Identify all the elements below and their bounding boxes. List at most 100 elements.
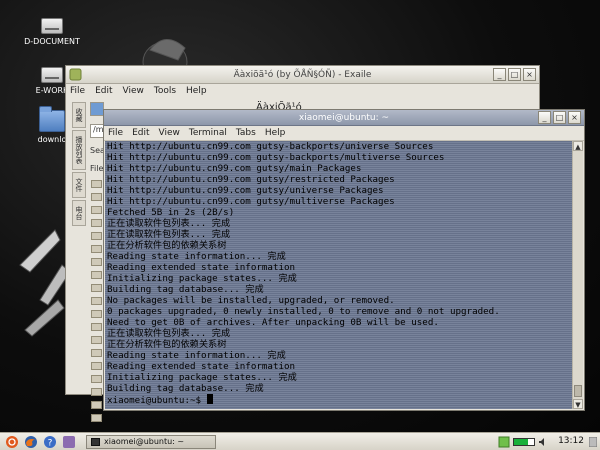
folder-icon[interactable] — [91, 284, 102, 292]
terminal-line: Reading state information... 完成 — [107, 350, 286, 361]
menu-terminal[interactable]: Terminal — [189, 128, 227, 138]
shell-prompt: xiaomei@ubuntu:~$ — [107, 395, 207, 406]
speaker-icon[interactable] — [538, 437, 548, 447]
close-button[interactable]: × — [568, 111, 581, 124]
folder-icon[interactable] — [91, 258, 102, 266]
menu-help[interactable]: Help — [265, 128, 286, 138]
terminal-line: No packages will be installed, upgraded,… — [107, 295, 395, 306]
network-icon[interactable] — [498, 436, 510, 448]
folder-icon — [39, 106, 65, 132]
terminal-line: Hit http://ubuntu.cn99.com gutsy-backpor… — [107, 152, 445, 163]
scroll-up-arrow-icon[interactable]: ▲ — [573, 141, 583, 151]
terminal-menubar: File Edit View Terminal Tabs Help — [104, 126, 584, 141]
maximize-button[interactable]: □ — [553, 111, 566, 124]
menu-edit[interactable]: Edit — [132, 128, 149, 138]
terminal-line: 正在读取软件包列表... 完成 — [107, 328, 231, 339]
drive-icon — [41, 18, 63, 34]
menu-help[interactable]: Help — [186, 86, 207, 96]
terminal-line: Initializing package states... 完成 — [107, 372, 297, 383]
terminal-prompt-line[interactable]: xiaomei@ubuntu:~$ — [107, 394, 575, 406]
menu-view[interactable]: View — [159, 128, 180, 138]
scroll-down-arrow-icon[interactable]: ▼ — [573, 399, 583, 409]
terminal-line: 0 packages upgraded, 0 newly installed, … — [107, 306, 500, 317]
close-button[interactable]: × — [523, 68, 536, 81]
folder-icon[interactable] — [91, 388, 102, 396]
folder-icon[interactable] — [91, 310, 102, 318]
menu-tools[interactable]: Tools — [154, 86, 176, 96]
terminal-text: Hit http://ubuntu.cn99.com gutsy-backpor… — [107, 141, 575, 406]
tab-collection[interactable]: 收藏 — [72, 102, 86, 128]
terminal-icon — [91, 437, 100, 446]
menu-tabs[interactable]: Tabs — [236, 128, 256, 138]
menu-file[interactable]: File — [70, 86, 85, 96]
folder-icon[interactable] — [91, 206, 102, 214]
folder-icon[interactable] — [91, 232, 102, 240]
folder-icon[interactable] — [91, 193, 102, 201]
folder-icon[interactable] — [91, 180, 102, 188]
terminal-line: Reading extended state information — [107, 361, 296, 372]
menu-edit[interactable]: Edit — [95, 86, 112, 96]
minimize-button[interactable]: _ — [493, 68, 506, 81]
terminal-line: Hit http://ubuntu.cn99.com gutsy/main Pa… — [107, 163, 362, 174]
terminal-line: Fetched 5B in 2s (2B/s) — [107, 207, 235, 218]
folder-icon[interactable] — [91, 336, 102, 344]
scroll-thumb[interactable] — [574, 385, 582, 397]
folder-icon[interactable] — [91, 245, 102, 253]
text-cursor — [206, 394, 213, 404]
folder-icon[interactable] — [91, 375, 102, 383]
taskbar-item-terminal[interactable]: xiaomei@ubuntu: ~ — [86, 434, 216, 449]
terminal-line: 正在分析软件包的依赖关系树 — [107, 339, 227, 350]
exaile-side-tabs: 收藏 播放列表 文件 电台 — [72, 102, 86, 228]
folder-icon[interactable] — [91, 401, 102, 409]
terminal-line: Hit http://ubuntu.cn99.com gutsy/multive… — [107, 196, 395, 207]
terminal-line: Hit http://ubuntu.cn99.com gutsy/restric… — [107, 174, 395, 185]
terminal-line: Building tag database... 完成 — [107, 383, 264, 394]
tab-files[interactable]: 文件 — [72, 172, 86, 198]
path-input[interactable]: /m — [90, 124, 104, 138]
terminal-line: Building tag database... 完成 — [107, 284, 264, 295]
desktop-icon-label: D-DOCUMENT — [24, 37, 80, 46]
folder-icon[interactable] — [91, 297, 102, 305]
task-label: xiaomei@ubuntu: ~ — [104, 436, 185, 446]
menu-view[interactable]: View — [123, 86, 144, 96]
terminal-line: Need to get 0B of archives. After unpack… — [107, 317, 439, 328]
folder-icon[interactable] — [91, 271, 102, 279]
desktop-icon-d-document[interactable]: D-DOCUMENT — [7, 18, 97, 46]
folder-icon[interactable] — [91, 414, 102, 422]
menu-file[interactable]: File — [108, 128, 123, 138]
volume-meter[interactable] — [513, 438, 535, 446]
show-desktop-icon[interactable] — [589, 437, 597, 447]
terminal-line: 正在读取软件包列表... 完成 — [107, 229, 231, 240]
terminal-titlebar[interactable]: xiaomei@ubuntu: ~ _ □ × — [104, 110, 584, 126]
terminal-line: Reading state information... 完成 — [107, 251, 286, 262]
maximize-button[interactable]: □ — [508, 68, 521, 81]
terminal-output[interactable]: Hit http://ubuntu.cn99.com gutsy-backpor… — [105, 141, 575, 409]
folder-icon[interactable] — [91, 349, 102, 357]
terminal-line: Hit http://ubuntu.cn99.com gutsy/univers… — [107, 185, 384, 196]
desktop-icon-label: downlo — [37, 135, 67, 144]
file-column-header[interactable]: File — [90, 164, 103, 173]
folder-icon[interactable] — [91, 362, 102, 370]
exaile-titlebar[interactable]: Äàxiõã¹ó (by ÕÅÑ§ÓÑ) - Exaile _ □ × — [66, 66, 539, 84]
window-title: xiaomei@ubuntu: ~ — [298, 112, 390, 123]
clock[interactable]: 13:12 — [558, 436, 584, 446]
folder-icon[interactable] — [91, 323, 102, 331]
terminal-scrollbar[interactable]: ▲ ▼ — [572, 141, 583, 409]
tab-radio[interactable]: 电台 — [72, 200, 86, 226]
terminal-window[interactable]: xiaomei@ubuntu: ~ _ □ × File Edit View T… — [103, 109, 585, 411]
minimize-button[interactable]: _ — [538, 111, 551, 124]
help-icon[interactable]: ? — [43, 435, 57, 449]
exaile-launcher-icon[interactable] — [62, 435, 76, 449]
firefox-icon[interactable] — [24, 435, 38, 449]
tab-playlists[interactable]: 播放列表 — [72, 130, 86, 170]
terminal-line: Initializing package states... 完成 — [107, 273, 297, 284]
folder-icon[interactable] — [91, 219, 102, 227]
terminal-line: Reading extended state information — [107, 262, 296, 273]
terminal-line: 正在读取软件包列表... 完成 — [107, 218, 231, 229]
svg-text:?: ? — [48, 438, 53, 448]
terminal-line: 正在分析软件包的依赖关系树 — [107, 240, 227, 251]
terminal-line: Hit http://ubuntu.cn99.com gutsy-backpor… — [107, 141, 434, 152]
drive-icon — [41, 67, 63, 83]
ubuntu-menu-icon[interactable] — [5, 435, 19, 449]
window-title: Äàxiõã¹ó (by ÕÅÑ§ÓÑ) - Exaile — [233, 69, 372, 80]
